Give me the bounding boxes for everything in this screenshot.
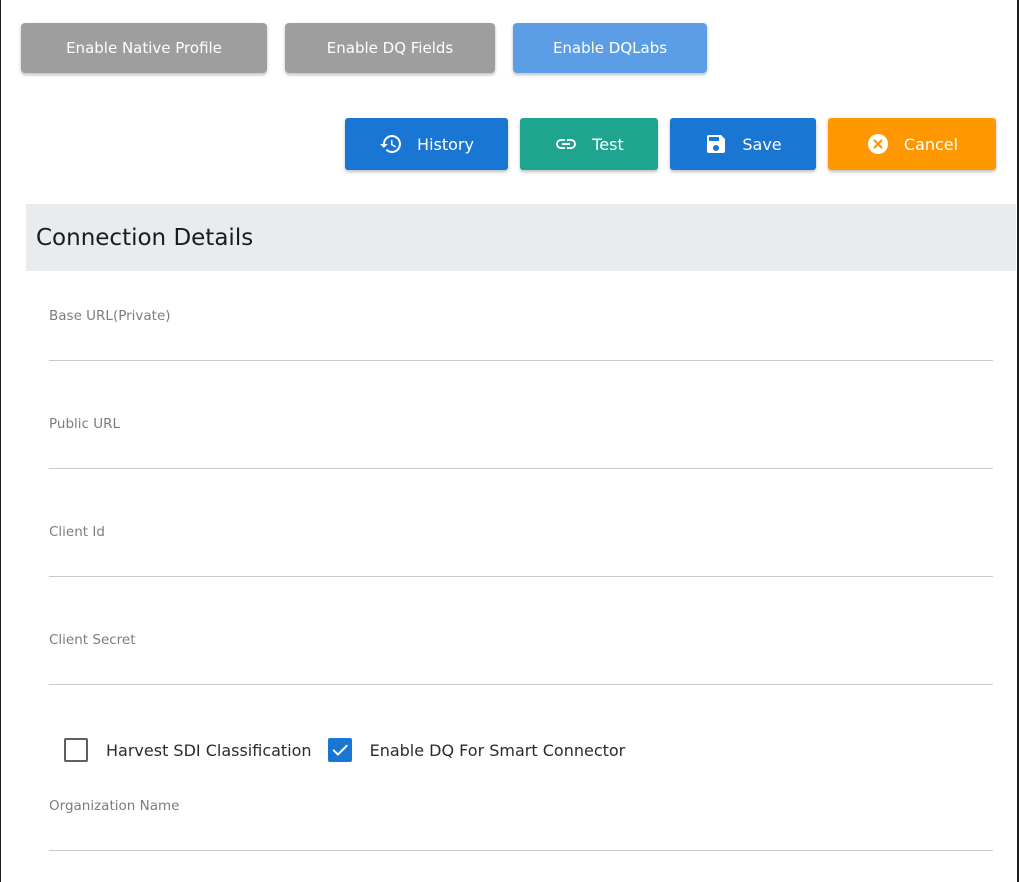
organization-name-label: Organization Name — [49, 798, 180, 814]
save-button[interactable]: Save — [670, 118, 816, 170]
history-button[interactable]: History — [345, 118, 508, 170]
settings-panel: Enable Native Profile Enable DQ Fields E… — [0, 0, 1019, 882]
checkmark-icon — [332, 744, 348, 756]
public-url-field: Public URL — [49, 416, 993, 469]
test-button[interactable]: Test — [520, 118, 658, 170]
history-icon — [379, 132, 403, 156]
cancel-button-label: Cancel — [903, 134, 959, 154]
action-toolbar: History Test Save Cancel — [345, 118, 996, 170]
enable-dq-smart-checkbox[interactable] — [327, 738, 352, 762]
cancel-button[interactable]: Cancel — [828, 118, 996, 170]
enable-dq-fields-button[interactable]: Enable DQ Fields — [285, 23, 495, 73]
feature-toggle-bar: Enable Native Profile Enable DQ Fields E… — [21, 23, 707, 73]
enable-dqlabs-button[interactable]: Enable DQLabs — [513, 23, 707, 73]
client-secret-label: Client Secret — [49, 632, 136, 648]
organization-name-field: Organization Name — [49, 798, 993, 851]
client-id-label: Client Id — [49, 524, 105, 540]
public-url-label: Public URL — [49, 416, 121, 432]
client-secret-input[interactable] — [49, 648, 993, 684]
link-icon — [554, 132, 578, 156]
enable-dq-smart-option[interactable]: Enable DQ For Smart Connector — [327, 738, 626, 762]
harvest-sdi-checkbox[interactable] — [64, 738, 88, 762]
section-title: Connection Details — [36, 224, 254, 251]
enable-dq-smart-label: Enable DQ For Smart Connector — [369, 740, 626, 760]
cancel-circle-icon — [866, 132, 890, 156]
connection-details-header: Connection Details — [26, 204, 1016, 271]
enable-native-profile-button[interactable]: Enable Native Profile — [21, 23, 267, 73]
harvest-sdi-option[interactable]: Harvest SDI Classification — [64, 738, 312, 762]
base-url-field: Base URL(Private) — [49, 308, 993, 361]
history-button-label: History — [417, 134, 474, 154]
harvest-sdi-label: Harvest SDI Classification — [106, 740, 312, 760]
client-secret-field: Client Secret — [49, 632, 993, 685]
test-button-label: Test — [592, 134, 624, 154]
base-url-label: Base URL(Private) — [49, 308, 171, 324]
base-url-input[interactable] — [49, 324, 993, 360]
floppy-disk-icon — [704, 132, 728, 156]
public-url-input[interactable] — [49, 432, 993, 468]
options-checkbox-row: Harvest SDI Classification Enable DQ For… — [64, 738, 625, 762]
client-id-input[interactable] — [49, 540, 993, 576]
organization-name-input[interactable] — [49, 814, 993, 850]
client-id-field: Client Id — [49, 524, 993, 577]
save-button-label: Save — [742, 134, 782, 154]
